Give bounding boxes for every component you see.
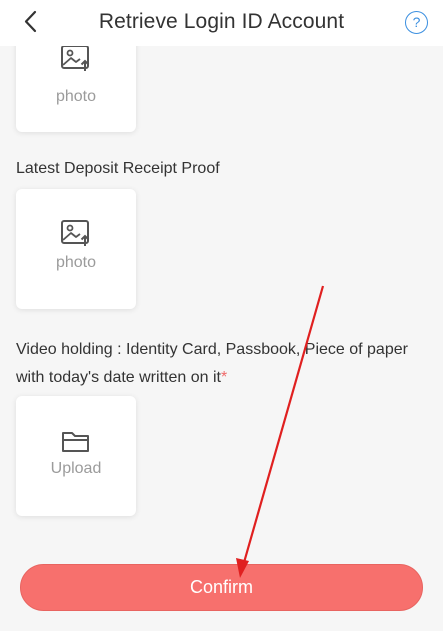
header-bar: Retrieve Login ID Account ?: [0, 0, 443, 46]
help-button[interactable]: ?: [405, 11, 428, 34]
upload-label: photo: [55, 254, 97, 271]
page-title: Retrieve Login ID Account: [98, 10, 345, 33]
deposit-receipt-label: Latest Deposit Receipt Proof: [16, 160, 220, 177]
upload-label: photo: [55, 88, 97, 105]
photo-upload-card-2[interactable]: photo: [16, 189, 136, 309]
question-circle-icon: ?: [412, 14, 421, 30]
retrieve-login-page: Retrieve Login ID Account ? photo Latest…: [0, 0, 443, 631]
folder-icon: [62, 432, 89, 452]
confirm-button[interactable]: Confirm: [20, 564, 423, 611]
video-upload-card[interactable]: Upload: [16, 396, 136, 516]
video-holding-label: Video holding : Identity Card, Passbook,…: [16, 336, 436, 392]
required-asterisk: *: [220, 369, 228, 386]
image-upload-icon: [61, 220, 90, 246]
upload-label: Upload: [50, 460, 102, 477]
image-upload-icon: [61, 45, 90, 71]
video-holding-text: Video holding : Identity Card, Passbook,…: [16, 341, 408, 386]
